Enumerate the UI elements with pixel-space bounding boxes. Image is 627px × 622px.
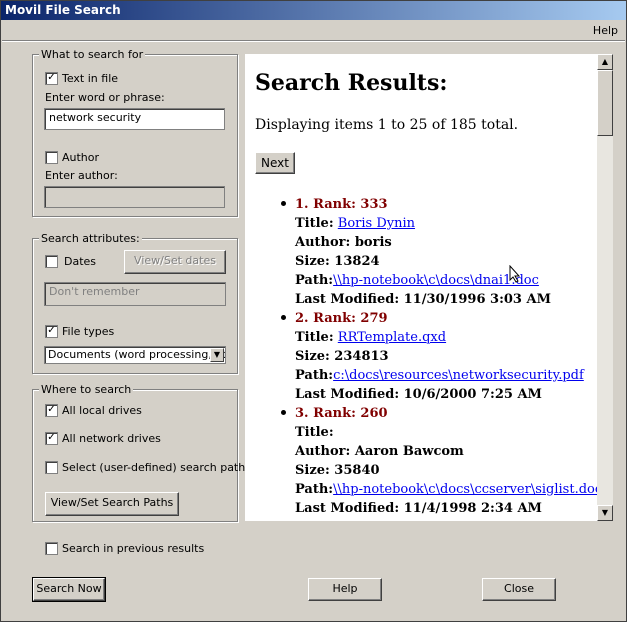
file-types-select[interactable]: Documents (word processing, etc ▼ [44, 346, 226, 364]
text-in-file-label: Text in file [62, 72, 119, 85]
menu-bar: Help [1, 21, 626, 39]
dates-label: Dates [64, 255, 97, 268]
results-heading: Search Results: [255, 70, 448, 96]
result-path-label: Path: [295, 273, 334, 288]
result-size: Size: 35840 [295, 463, 380, 478]
what-to-search-group: What to search for ✓ Text in file Enter … [32, 48, 238, 217]
result-item: 1. Rank: 333 Title: Boris Dynin Author: … [279, 195, 597, 309]
result-item: 3. Rank: 260 Title: Author: Aaron Bawcom… [279, 404, 597, 518]
result-modified: Last Modified: 11/30/1996 3:03 AM [295, 292, 551, 307]
scroll-down-icon[interactable]: ▼ [597, 505, 613, 521]
next-button[interactable]: Next [255, 152, 295, 174]
result-title-link[interactable]: Boris Dynin [338, 216, 415, 231]
results-panel: Search Results: Displaying items 1 to 25… [245, 54, 597, 521]
author-input[interactable] [44, 186, 225, 208]
help-button[interactable]: Help [308, 578, 382, 601]
result-path-link[interactable]: c:\docs\resources\networksecurity.pdf [333, 368, 584, 383]
results-scrollbar[interactable]: ▲ ▼ [597, 54, 613, 521]
result-rank: 3. Rank: 260 [295, 406, 388, 421]
result-rank: 2. Rank: 279 [295, 311, 388, 326]
result-path-link[interactable]: \\hp-notebook\c\docs\ccserver\siglist.do… [333, 482, 597, 497]
phrase-input[interactable]: network security [44, 108, 225, 130]
search-attributes-group: Search attributes: Dates View/Set dates … [32, 232, 238, 374]
dates-checkbox[interactable] [45, 255, 58, 268]
date-field[interactable]: Don't remember [44, 282, 226, 306]
file-types-selected: Documents (word processing, etc [48, 348, 226, 361]
enter-author-label: Enter author: [45, 169, 118, 182]
window-title: Movil File Search [5, 3, 121, 17]
text-in-file-checkbox[interactable]: ✓ [45, 72, 58, 85]
view-set-search-paths-button[interactable]: View/Set Search Paths [45, 492, 179, 516]
local-drives-label: All local drives [62, 404, 142, 417]
app-window: Movil File Search Help What to search fo… [0, 0, 627, 622]
bullet-icon [281, 315, 286, 320]
scroll-up-icon[interactable]: ▲ [597, 54, 613, 70]
where-to-search-legend: Where to search [39, 383, 134, 396]
file-types-checkbox[interactable]: ✓ [45, 325, 58, 338]
result-item: 2. Rank: 279 Title: RRTemplate.qxd Size:… [279, 309, 597, 404]
menu-separator [2, 40, 625, 42]
bullet-icon [281, 410, 286, 415]
phrase-label: Enter word or phrase: [45, 91, 165, 104]
result-title-label: Title: [295, 216, 334, 231]
where-to-search-group: Where to search ✓ All local drives ✓ All… [32, 383, 245, 522]
result-title-label: Title: [295, 330, 334, 345]
chevron-down-icon[interactable]: ▼ [210, 348, 224, 362]
results-count: Displaying items 1 to 25 of 185 total. [255, 117, 519, 133]
result-path-label: Path: [295, 482, 334, 497]
results-list: 1. Rank: 333 Title: Boris Dynin Author: … [279, 195, 597, 518]
scroll-thumb[interactable] [597, 70, 613, 136]
title-bar: Movil File Search [1, 1, 626, 20]
file-types-label: File types [62, 325, 115, 338]
result-size: Size: 234813 [295, 349, 389, 364]
local-drives-checkbox[interactable]: ✓ [45, 404, 58, 417]
user-path-label: Select (user-defined) search path [62, 461, 246, 474]
previous-results-checkbox[interactable] [45, 542, 58, 555]
search-attributes-legend: Search attributes: [39, 232, 142, 245]
search-now-button[interactable]: Search Now [32, 577, 106, 602]
result-title-label: Title: [295, 425, 334, 440]
previous-results-label: Search in previous results [62, 542, 205, 555]
author-label: Author [62, 151, 100, 164]
result-title-link[interactable]: RRTemplate.qxd [338, 330, 446, 345]
result-modified: Last Modified: 11/4/1998 2:34 AM [295, 501, 542, 516]
network-drives-checkbox[interactable]: ✓ [45, 432, 58, 445]
result-author: Author: Aaron Bawcom [295, 444, 464, 459]
menu-help[interactable]: Help [593, 24, 618, 37]
network-drives-label: All network drives [62, 432, 161, 445]
user-path-checkbox[interactable] [45, 461, 58, 474]
result-rank: 1. Rank: 333 [295, 197, 388, 212]
close-button[interactable]: Close [482, 578, 556, 601]
bullet-icon [281, 201, 286, 206]
author-checkbox[interactable] [45, 151, 58, 164]
arrow-cursor-icon [509, 265, 521, 283]
result-path-label: Path: [295, 368, 334, 383]
view-set-dates-button[interactable]: View/Set dates [124, 250, 226, 274]
result-size: Size: 13824 [295, 254, 380, 269]
what-to-search-legend: What to search for [39, 48, 146, 61]
result-modified: Last Modified: 10/6/2000 7:25 AM [295, 387, 542, 402]
result-author: Author: boris [295, 235, 392, 250]
